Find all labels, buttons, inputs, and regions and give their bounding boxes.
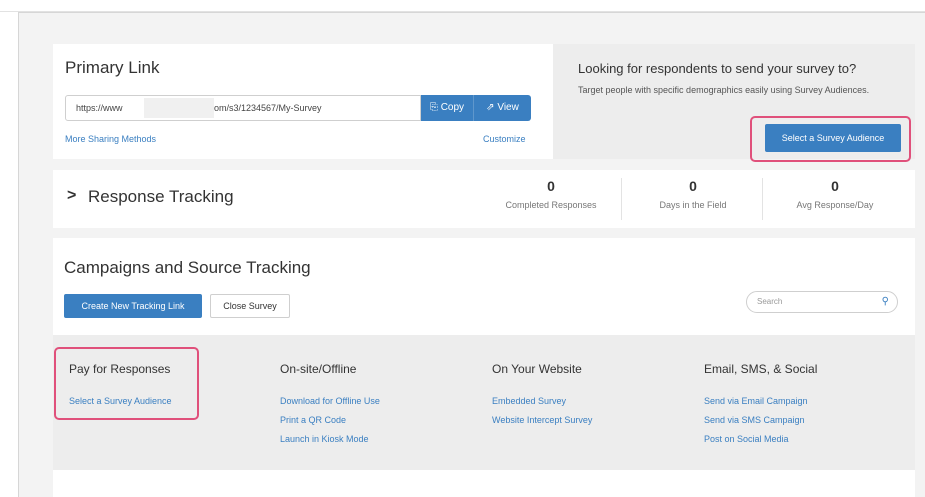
more-sharing-methods-link[interactable]: More Sharing Methods: [65, 134, 156, 144]
copy-label: Copy: [440, 102, 465, 113]
embedded-survey-link[interactable]: Embedded Survey: [492, 396, 592, 406]
audience-description: Target people with specific demographics…: [578, 85, 870, 95]
sms-campaign-link[interactable]: Send via SMS Campaign: [704, 415, 817, 425]
view-label: View: [497, 102, 519, 113]
column-title: On Your Website: [492, 362, 582, 376]
stat-label: Avg Response/Day: [796, 200, 874, 210]
stat-label: Days in the Field: [659, 200, 727, 210]
column-title: On-site/Offline: [280, 362, 357, 376]
column-title: Email, SMS, & Social: [704, 362, 818, 376]
response-tracking-title: Response Tracking: [88, 187, 234, 206]
column-onsite-offline: On-site/Offline Download for Offline Use…: [280, 362, 380, 453]
stat-divider: [621, 178, 622, 220]
search-placeholder: Search: [757, 297, 783, 306]
column-on-your-website: On Your Website Embedded Survey Website …: [492, 362, 592, 434]
stat-completed-responses: 0 Completed Responses: [481, 178, 621, 210]
close-survey-button[interactable]: Close Survey: [210, 294, 290, 318]
stat-days-in-field: 0 Days in the Field: [623, 178, 763, 210]
chevron-right-icon: >: [67, 187, 77, 204]
download-offline-link[interactable]: Download for Offline Use: [280, 396, 380, 406]
stat-label: Completed Responses: [505, 200, 597, 210]
survey-url-field[interactable]: https://www om/s3/1234567/My-Survey: [65, 95, 421, 121]
print-qr-link[interactable]: Print a QR Code: [280, 415, 380, 425]
stat-value: 0: [689, 178, 697, 194]
response-tracking-card[interactable]: > Response Tracking 0 Completed Response…: [53, 170, 915, 228]
external-link-icon: ⇗: [486, 102, 495, 113]
email-campaign-link[interactable]: Send via Email Campaign: [704, 396, 817, 406]
primary-link-card: Primary Link https://www om/s3/1234567/M…: [53, 44, 553, 159]
column-title: Pay for Responses: [69, 362, 171, 376]
kiosk-mode-link[interactable]: Launch in Kiosk Mode: [280, 434, 380, 444]
copy-icon: ⎘: [429, 102, 438, 113]
campaigns-title: Campaigns and Source Tracking: [64, 258, 311, 277]
website-intercept-link[interactable]: Website Intercept Survey: [492, 415, 592, 425]
audience-panel: Looking for respondents to send your sur…: [553, 44, 915, 162]
url-redaction: [144, 98, 214, 118]
create-tracking-link-button[interactable]: Create New Tracking Link: [64, 294, 202, 318]
search-input[interactable]: Search ⚲: [746, 291, 898, 313]
stat-value: 0: [547, 178, 555, 194]
campaigns-card: Campaigns and Source Tracking Create New…: [53, 238, 915, 335]
bottom-panel: [53, 470, 915, 497]
audience-title: Looking for respondents to send your sur…: [578, 61, 857, 76]
url-suffix: om/s3/1234567/My-Survey: [214, 103, 322, 113]
url-prefix: https://www: [76, 103, 123, 113]
copy-button[interactable]: ⎘ Copy: [421, 95, 474, 121]
stat-divider: [762, 178, 763, 220]
distribution-columns: Pay for Responses Select a Survey Audien…: [53, 335, 915, 470]
column-email-sms-social: Email, SMS, & Social Send via Email Camp…: [704, 362, 817, 453]
primary-link-title: Primary Link: [65, 58, 160, 77]
select-survey-audience-link[interactable]: Select a Survey Audience: [69, 396, 172, 406]
stat-avg-response-day: 0 Avg Response/Day: [765, 178, 905, 210]
view-button[interactable]: ⇗ View: [474, 95, 531, 121]
search-icon: ⚲: [881, 296, 889, 307]
column-pay-for-responses: Pay for Responses Select a Survey Audien…: [69, 362, 172, 415]
stat-value: 0: [831, 178, 839, 194]
customize-link[interactable]: Customize: [483, 134, 526, 144]
social-media-link[interactable]: Post on Social Media: [704, 434, 817, 444]
select-survey-audience-button[interactable]: Select a Survey Audience: [765, 124, 901, 152]
